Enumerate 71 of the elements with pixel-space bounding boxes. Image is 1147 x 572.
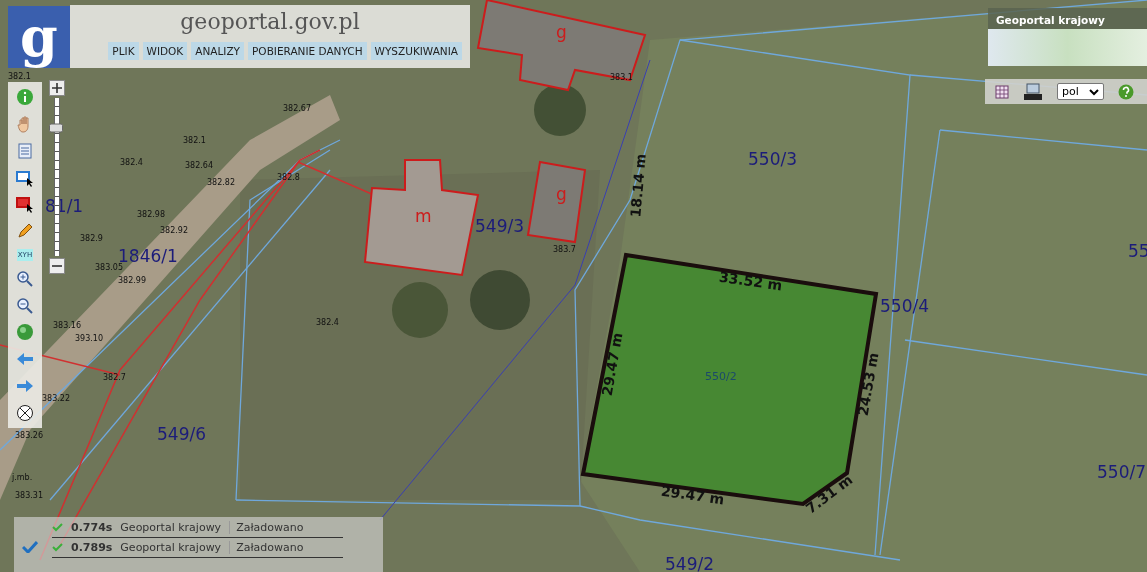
elevation-label: j.mb.: [12, 473, 33, 482]
tree-crown: [470, 270, 530, 330]
length-label: 29.47 m: [598, 331, 626, 397]
help-icon[interactable]: [1117, 83, 1134, 100]
site-title: geoportal.gov.pl: [180, 9, 360, 34]
chevron-down-icon: [1088, 87, 1099, 96]
elevation-label: 382.64: [185, 161, 213, 170]
elevation-label: 382.98: [137, 210, 165, 219]
menu-item[interactable]: WYSZUKIWANIA: [370, 42, 462, 60]
elevation-label: 383.26: [15, 431, 43, 440]
length-label: 24.53 m: [854, 351, 882, 417]
length-label: 29.47 m: [660, 482, 726, 508]
load-time: 0.789s: [71, 541, 113, 554]
tree-crown: [534, 84, 586, 136]
elevation-label: 383.31: [15, 491, 43, 500]
building-label: m: [415, 206, 432, 226]
elevation-label: 382.92: [160, 226, 188, 235]
language-select[interactable]: pol: [1057, 83, 1104, 100]
grid-icon[interactable]: [995, 84, 1009, 99]
parcel-number: 550/3: [748, 149, 797, 169]
elevation-label: 382.82: [207, 178, 235, 187]
info-icon[interactable]: [16, 88, 34, 107]
geoportal-logo[interactable]: g: [8, 6, 70, 68]
load-time: 0.774s: [71, 521, 113, 534]
check-icon: [52, 523, 63, 532]
zoom-in-icon[interactable]: [16, 269, 34, 288]
elevation-label: 382.4: [120, 158, 143, 167]
load-status: Załadowano: [229, 541, 304, 554]
plus-icon: [52, 83, 62, 93]
elevation-label: 382.1: [8, 72, 31, 81]
elevation-label: 383.16: [53, 321, 81, 330]
pencil-icon[interactable]: [16, 222, 34, 241]
wms-layer-icon[interactable]: [1023, 82, 1043, 101]
elevation-label: 382.4: [316, 318, 339, 327]
globe-icon[interactable]: [16, 323, 34, 342]
elevation-label: 383.7: [553, 245, 576, 254]
check-icon: [52, 543, 63, 552]
length-label: 33.52 m: [718, 268, 784, 294]
elevation-label: 382.67: [283, 104, 311, 113]
elevation-label: 382.1: [183, 136, 206, 145]
elevation-label: 382.99: [118, 276, 146, 285]
elevation-label: 383.05: [95, 263, 123, 272]
building-label: g: [556, 184, 567, 204]
parcel-number: 549/2: [665, 554, 714, 572]
zoom-out-icon[interactable]: [16, 296, 34, 315]
load-status: Załadowano: [229, 521, 304, 534]
menu-item[interactable]: POBIERANIE DANYCH: [248, 42, 367, 60]
overview-map[interactable]: Geoportal krajowy: [988, 8, 1147, 66]
tree-crown: [392, 282, 448, 338]
elevation-label: 383.1: [610, 73, 633, 82]
elevation-label: 382.9: [80, 234, 103, 243]
parcel-number: 549/6: [157, 424, 206, 444]
parcel-number: 550/7: [1097, 462, 1146, 482]
checkmark-icon: [22, 541, 38, 553]
crosshair-icon[interactable]: [16, 403, 34, 422]
select-rectangle-icon[interactable]: [16, 168, 34, 187]
layer-name: Geoportal krajowy: [120, 521, 222, 534]
zoom-in-button[interactable]: [49, 80, 65, 96]
zoom-slider-thumb[interactable]: [49, 123, 63, 133]
parcel-number: 550/2: [705, 370, 737, 383]
building-label: g: [556, 22, 567, 42]
length-label: 18.14 m: [627, 153, 649, 218]
menu-item[interactable]: PLIK: [108, 42, 139, 60]
rectangle-cursor-icon[interactable]: [16, 195, 34, 214]
overview-title: Geoportal krajowy: [995, 13, 1106, 28]
elevation-label: 393.10: [75, 334, 103, 343]
menu-item[interactable]: WIDOK: [142, 42, 188, 60]
menu-item[interactable]: ANALIZY: [191, 42, 245, 60]
parcel-number: 549/3: [475, 216, 524, 236]
zoom-out-button[interactable]: [49, 258, 65, 274]
layer-name: Geoportal krajowy: [120, 541, 222, 554]
